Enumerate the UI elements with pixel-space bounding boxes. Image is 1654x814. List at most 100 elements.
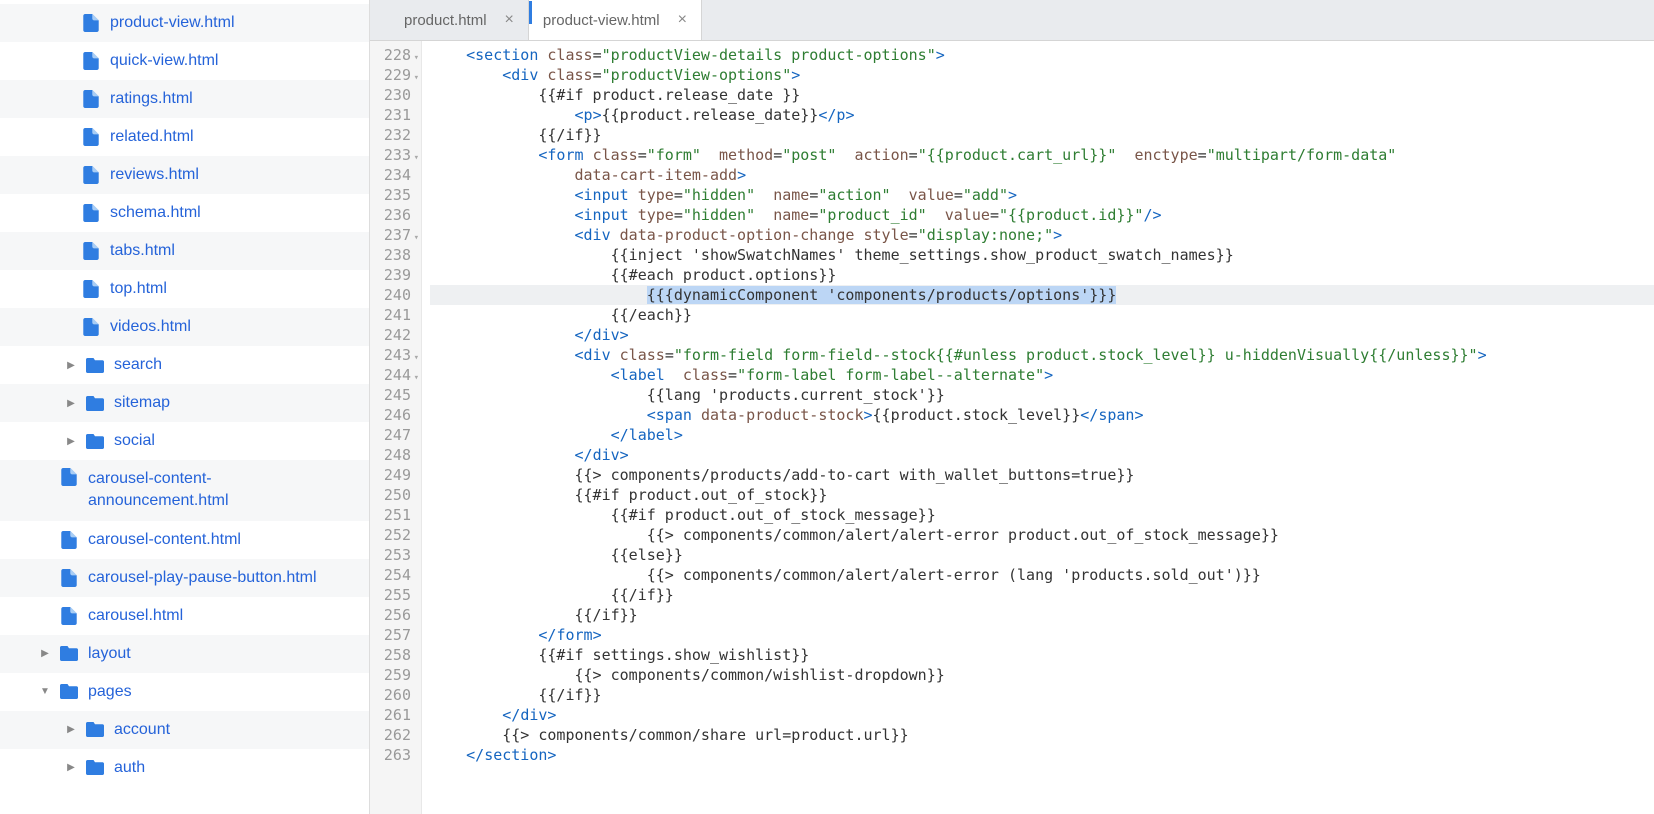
tree-file[interactable]: product-view.html [0, 4, 369, 42]
file-tree-sidebar[interactable]: product-view.html quick-view.html ratings.… [0, 0, 370, 814]
line-number: 233▾ [380, 145, 417, 165]
code-line[interactable]: </div> [430, 445, 1654, 465]
code-line[interactable]: </div> [430, 705, 1654, 725]
file-icon [82, 242, 100, 260]
code-line[interactable]: {{#if product.out_of_stock}} [430, 485, 1654, 505]
code-line[interactable]: <input type="hidden" name="product_id" v… [430, 205, 1654, 225]
tree-file[interactable]: reviews.html [0, 156, 369, 194]
line-number: 244▾ [380, 365, 417, 385]
line-number: 235 [380, 185, 417, 205]
code-line[interactable]: <div data-product-option-change style="d… [430, 225, 1654, 245]
line-number: 241 [380, 305, 417, 325]
code-line[interactable]: {{#each product.options}} [430, 265, 1654, 285]
tree-file[interactable]: carousel-content.html [0, 521, 369, 559]
file-icon [82, 318, 100, 336]
code-line[interactable]: {{/if}} [430, 685, 1654, 705]
chevron-right-icon[interactable]: ▶ [40, 649, 50, 659]
line-number: 257 [380, 625, 417, 645]
tree-file[interactable]: quick-view.html [0, 42, 369, 80]
folder-icon [86, 394, 104, 412]
tree-file[interactable]: carousel.html [0, 597, 369, 635]
tree-folder[interactable]: ▶social [0, 422, 369, 460]
tree-folder[interactable]: ▶auth [0, 749, 369, 787]
tree-file[interactable]: ratings.html [0, 80, 369, 118]
tree-file[interactable]: carousel-play-pause-button.html [0, 559, 369, 597]
code-line[interactable]: {{> components/common/share url=product.… [430, 725, 1654, 745]
code-line[interactable]: <section class="productView-details prod… [430, 45, 1654, 65]
tab-label: product.html [404, 12, 487, 29]
code-line[interactable]: {{else}} [430, 545, 1654, 565]
code-line[interactable]: {{inject 'showSwatchNames' theme_setting… [430, 245, 1654, 265]
code-line[interactable]: data-cart-item-add> [430, 165, 1654, 185]
tree-folder[interactable]: ▶layout [0, 635, 369, 673]
tab-label: product-view.html [543, 12, 660, 29]
chevron-right-icon[interactable]: ▶ [66, 398, 76, 408]
code-line[interactable]: </div> [430, 325, 1654, 345]
chevron-right-icon[interactable]: ▶ [66, 436, 76, 446]
tree-file[interactable]: carousel-content-announcement.html [0, 460, 369, 521]
code-line[interactable]: </form> [430, 625, 1654, 645]
tree-item-label: product-view.html [110, 14, 235, 32]
tree-file[interactable]: schema.html [0, 194, 369, 232]
folder-icon [86, 721, 104, 739]
line-number: 232 [380, 125, 417, 145]
code-line[interactable]: {{#if product.out_of_stock_message}} [430, 505, 1654, 525]
line-number: 253 [380, 545, 417, 565]
code-line[interactable]: {{{dynamicComponent 'components/products… [430, 285, 1654, 305]
code-line[interactable]: {{> components/common/wishlist-dropdown}… [430, 665, 1654, 685]
tree-folder[interactable]: ▶sitemap [0, 384, 369, 422]
file-icon [60, 569, 78, 587]
tree-file[interactable]: top.html [0, 270, 369, 308]
code-line[interactable]: {{/if}} [430, 585, 1654, 605]
close-icon[interactable]: × [505, 11, 514, 29]
code-line[interactable]: {{#if product.release_date }} [430, 85, 1654, 105]
tab-bar: product.html × product-view.html × [370, 0, 1654, 41]
tree-item-label: top.html [110, 280, 167, 298]
code-editor[interactable]: 228▾229▾230231232233▾234235236237▾238239… [370, 41, 1654, 814]
tree-item-label: carousel-content-announcement.html [88, 468, 288, 513]
tree-item-label: quick-view.html [110, 52, 218, 70]
chevron-down-icon[interactable]: ▼ [40, 687, 50, 697]
code-line[interactable]: <input type="hidden" name="action" value… [430, 185, 1654, 205]
tree-file[interactable]: videos.html [0, 308, 369, 346]
code-line[interactable]: {{> components/products/add-to-cart with… [430, 465, 1654, 485]
tree-item-label: reviews.html [110, 166, 199, 184]
tree-item-label: ratings.html [110, 90, 193, 108]
tree-file[interactable]: related.html [0, 118, 369, 156]
code-line[interactable]: <div class="form-field form-field--stock… [430, 345, 1654, 365]
code-line[interactable]: <label class="form-label form-label--alt… [430, 365, 1654, 385]
chevron-right-icon[interactable]: ▶ [66, 763, 76, 773]
editor-tab[interactable]: product.html × [390, 0, 529, 40]
chevron-right-icon[interactable]: ▶ [66, 725, 76, 735]
line-number: 250 [380, 485, 417, 505]
code-line[interactable]: <p>{{product.release_date}}</p> [430, 105, 1654, 125]
code-line[interactable]: {{/if}} [430, 605, 1654, 625]
tree-folder[interactable]: ▶account [0, 711, 369, 749]
tree-folder[interactable]: ▼pages [0, 673, 369, 711]
code-line[interactable]: {{lang 'products.current_stock'}} [430, 385, 1654, 405]
chevron-right-icon[interactable]: ▶ [66, 360, 76, 370]
line-number: 228▾ [380, 45, 417, 65]
code-line[interactable]: {{#if settings.show_wishlist}} [430, 645, 1654, 665]
line-number: 238 [380, 245, 417, 265]
editor-area: product.html × product-view.html × 228▾229▾… [370, 0, 1654, 814]
code-content[interactable]: <section class="productView-details prod… [422, 41, 1654, 814]
code-line[interactable]: </section> [430, 745, 1654, 765]
editor-tab[interactable]: product-view.html × [529, 0, 702, 40]
file-icon [82, 14, 100, 32]
code-line[interactable]: {{> components/common/alert/alert-error … [430, 525, 1654, 545]
close-icon[interactable]: × [678, 11, 687, 29]
code-line[interactable]: <form class="form" method="post" action=… [430, 145, 1654, 165]
line-number: 255 [380, 585, 417, 605]
code-line[interactable]: {{/each}} [430, 305, 1654, 325]
code-line[interactable]: <span data-product-stock>{{product.stock… [430, 405, 1654, 425]
tree-file[interactable]: tabs.html [0, 232, 369, 270]
code-line[interactable]: </label> [430, 425, 1654, 445]
line-number: 256 [380, 605, 417, 625]
code-line[interactable]: {{> components/common/alert/alert-error … [430, 565, 1654, 585]
line-number: 236 [380, 205, 417, 225]
tree-folder[interactable]: ▶search [0, 346, 369, 384]
code-line[interactable]: <div class="productView-options"> [430, 65, 1654, 85]
code-line[interactable]: {{/if}} [430, 125, 1654, 145]
line-number: 240 [380, 285, 417, 305]
